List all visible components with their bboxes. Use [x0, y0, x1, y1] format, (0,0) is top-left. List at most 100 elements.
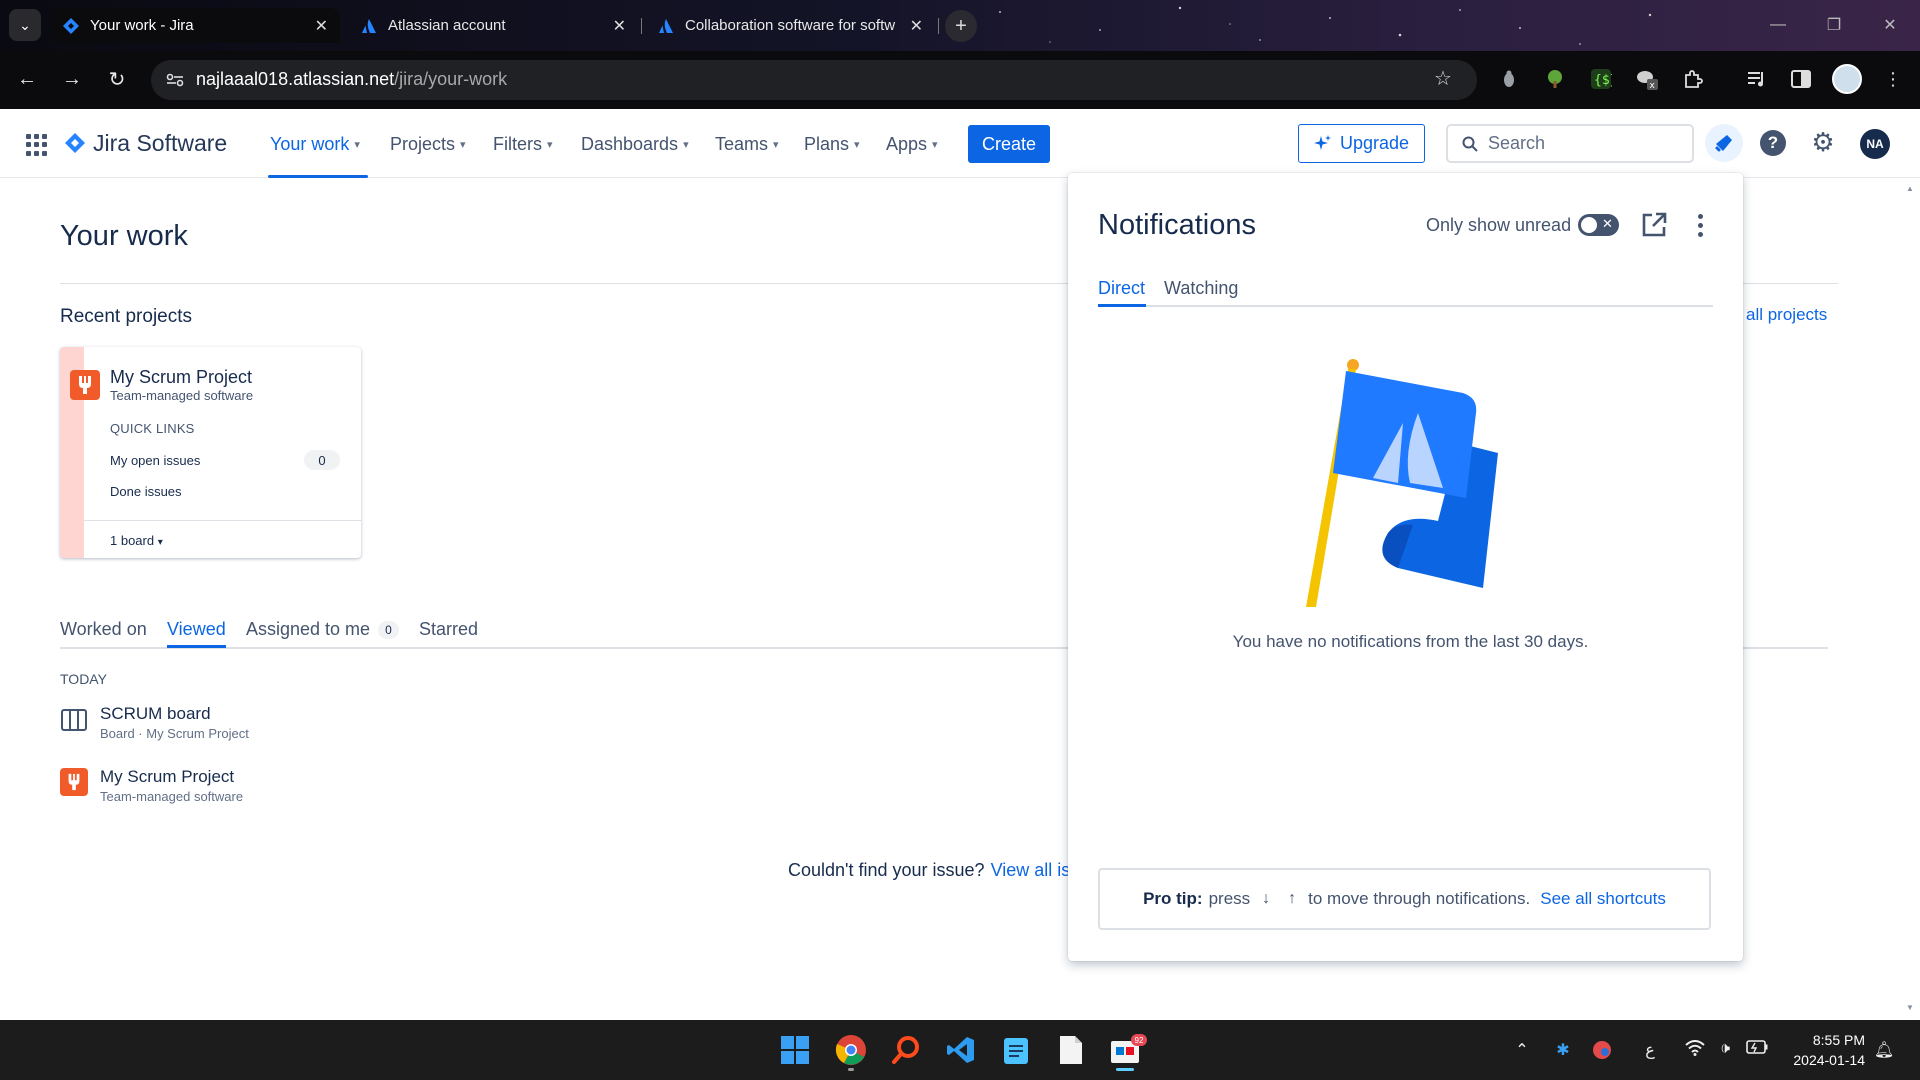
input-language-indicator[interactable]: ع — [1640, 1040, 1660, 1060]
see-all-shortcuts-link[interactable]: See all shortcuts — [1540, 889, 1666, 909]
search-magnifier-icon[interactable] — [888, 1032, 924, 1068]
nav-dashboards[interactable]: Dashboards ▾ — [581, 134, 689, 155]
view-all-projects-link[interactable]: all projects — [1746, 305, 1827, 325]
done-issues-link[interactable]: Done issues — [110, 484, 182, 499]
nav-label: Projects — [390, 134, 456, 154]
battery-icon[interactable] — [1745, 1040, 1769, 1054]
help-icon[interactable]: ? — [1760, 130, 1786, 156]
nav-active-indicator — [268, 175, 368, 178]
close-icon[interactable]: ✕ — [315, 16, 328, 36]
nav-apps[interactable]: Apps ▾ — [886, 134, 938, 155]
extension-bug-icon[interactable] — [1496, 66, 1522, 92]
pro-tip-text: to move through notifications. — [1308, 889, 1531, 908]
search-input[interactable]: Search — [1446, 124, 1694, 163]
store-badge: 92 — [1131, 1034, 1147, 1046]
recent-projects-heading: Recent projects — [60, 306, 193, 327]
project-card[interactable]: My Scrum Project Team-managed software Q… — [60, 347, 361, 558]
scroll-up-arrow-icon[interactable]: ▲ — [1906, 184, 1916, 193]
notepad-icon[interactable] — [998, 1032, 1034, 1068]
nav-filters[interactable]: Filters ▾ — [493, 134, 553, 155]
back-icon[interactable]: ← — [14, 66, 40, 92]
nav-your-work[interactable]: Your work ▾ — [270, 134, 360, 155]
tab-active-indicator — [167, 645, 226, 648]
nav-teams[interactable]: Teams ▾ — [715, 134, 779, 155]
page-title: Your work — [60, 220, 188, 252]
tab-assigned-to-me[interactable]: Assigned to me 0 — [246, 619, 399, 640]
pro-tip-press: press — [1208, 889, 1251, 908]
upgrade-button[interactable]: Upgrade — [1298, 124, 1425, 163]
browser-tab-atlassian-account[interactable]: Atlassian account ✕ — [348, 8, 638, 43]
bluetooth-icon[interactable]: ✱ — [1553, 1040, 1573, 1060]
settings-gear-icon[interactable]: ⚙ — [1809, 127, 1837, 157]
extension-tree-icon[interactable] — [1542, 66, 1568, 92]
system-clock[interactable]: 8:55 PM 2024-01-14 — [1785, 1030, 1865, 1070]
project-type: Team-managed software — [110, 388, 254, 403]
forward-icon[interactable]: → — [59, 66, 85, 92]
chrome-icon[interactable] — [833, 1032, 869, 1068]
volume-icon[interactable]: 🕩 — [1713, 1040, 1737, 1058]
jira-brand-name[interactable]: Jira Software — [93, 130, 227, 157]
board-dropdown[interactable]: 1 board ▾ — [110, 533, 163, 548]
project-name[interactable]: My Scrum Project — [110, 367, 252, 388]
scroll-down-arrow-icon[interactable]: ▼ — [1906, 1003, 1916, 1012]
windows-start-icon[interactable] — [777, 1032, 813, 1068]
chevron-down-icon: ▾ — [932, 139, 938, 151]
chevron-down-icon: ▾ — [460, 139, 466, 151]
create-button[interactable]: Create — [968, 125, 1050, 163]
tab-label: Viewed — [167, 619, 226, 639]
tray-overflow-chevron-icon[interactable]: ⌃ — [1512, 1040, 1532, 1060]
bookmark-star-icon[interactable]: ☆ — [1434, 66, 1452, 91]
url-text[interactable]: najlaaal018.atlassian.net/jira/your-work — [196, 69, 507, 90]
more-options-icon[interactable] — [1694, 211, 1706, 239]
extension-code-icon[interactable]: {$} — [1588, 66, 1614, 92]
nav-label: Dashboards — [581, 134, 679, 154]
site-info-icon[interactable] — [163, 68, 187, 92]
new-tab-button[interactable]: + — [945, 10, 977, 42]
tabs-divider — [1098, 305, 1713, 307]
file-icon[interactable] — [1053, 1032, 1089, 1068]
browser-profile-avatar[interactable] — [1832, 64, 1862, 94]
security-app-icon[interactable] — [1590, 1040, 1614, 1060]
user-avatar[interactable]: NA — [1860, 129, 1890, 159]
extension-cloud-icon[interactable]: x — [1634, 66, 1660, 92]
tab-worked-on[interactable]: Worked on — [60, 619, 147, 640]
chevron-down-icon: ▾ — [157, 537, 163, 548]
my-open-issues-link[interactable]: My open issues — [110, 453, 200, 468]
restore-icon[interactable]: ❐ — [1806, 0, 1862, 50]
open-in-new-tab-icon[interactable] — [1640, 211, 1668, 239]
side-panel-icon[interactable] — [1788, 66, 1814, 92]
media-controls-icon[interactable] — [1744, 66, 1770, 92]
tab-starred[interactable]: Starred — [419, 619, 478, 640]
minimize-icon[interactable]: — — [1750, 0, 1806, 50]
arrow-up-icon: ↑ — [1288, 890, 1297, 907]
vscode-icon[interactable] — [943, 1032, 979, 1068]
browser-tab-collaboration[interactable]: Collaboration software for softw ✕ — [645, 8, 935, 43]
app-switcher-grid-icon[interactable] — [26, 134, 48, 156]
nav-plans[interactable]: Plans ▾ — [804, 134, 860, 155]
notification-bell-icon[interactable]: 🔔︎ — [1874, 1040, 1894, 1060]
chevron-down-icon: ▾ — [854, 139, 860, 151]
only-unread-label: Only show unread — [1426, 215, 1572, 235]
notifications-button[interactable] — [1705, 124, 1743, 162]
view-all-issues-link[interactable]: View all iss — [991, 860, 1080, 880]
card-divider — [84, 520, 361, 521]
nav-projects[interactable]: Projects ▾ — [390, 134, 466, 155]
not-found-text: Couldn't find your issue? — [788, 860, 985, 880]
search-icon — [1462, 136, 1478, 152]
extensions-puzzle-icon[interactable] — [1680, 66, 1706, 92]
browser-tab-jira[interactable]: Your work - Jira ✕ — [50, 8, 340, 43]
tab-active-indicator — [1098, 304, 1146, 307]
reload-icon[interactable]: ↻ — [104, 66, 130, 92]
window-close-icon[interactable]: ✕ — [1862, 0, 1918, 50]
project-icon — [60, 768, 88, 796]
tab-viewed[interactable]: Viewed — [167, 619, 226, 640]
close-icon[interactable]: ✕ — [910, 16, 923, 36]
browser-menu-icon[interactable]: ⋮ — [1880, 66, 1906, 92]
wifi-icon[interactable] — [1683, 1040, 1707, 1056]
tab-search-button[interactable]: ⌄ — [9, 9, 41, 41]
tab-direct[interactable]: Direct — [1098, 278, 1145, 299]
close-icon[interactable]: ✕ — [613, 16, 626, 36]
only-unread-toggle[interactable]: ✕ — [1578, 214, 1619, 236]
tab-watching[interactable]: Watching — [1164, 278, 1238, 299]
quick-links-heading: QUICK LINKS — [110, 421, 195, 436]
